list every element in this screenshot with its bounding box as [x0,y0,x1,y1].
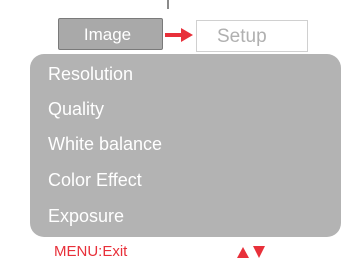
top-divider [167,0,169,9]
menu-item-color-effect[interactable]: Color Effect [48,169,142,191]
menu-item-resolution[interactable]: Resolution [48,63,133,85]
menu-item-white-balance[interactable]: White balance [48,133,162,155]
menu-item-quality[interactable]: Quality [48,98,104,120]
tab-image[interactable]: Image [58,18,163,50]
arrow-right-icon [165,28,193,42]
menu-exit-hint: MENU:Exit [54,243,128,260]
up-down-arrows-icon [237,246,265,258]
camera-menu-screen: Image Setup Resolution Quality White bal… [0,0,350,268]
menu-item-exposure[interactable]: Exposure [48,205,124,227]
tab-setup[interactable]: Setup [196,20,308,52]
